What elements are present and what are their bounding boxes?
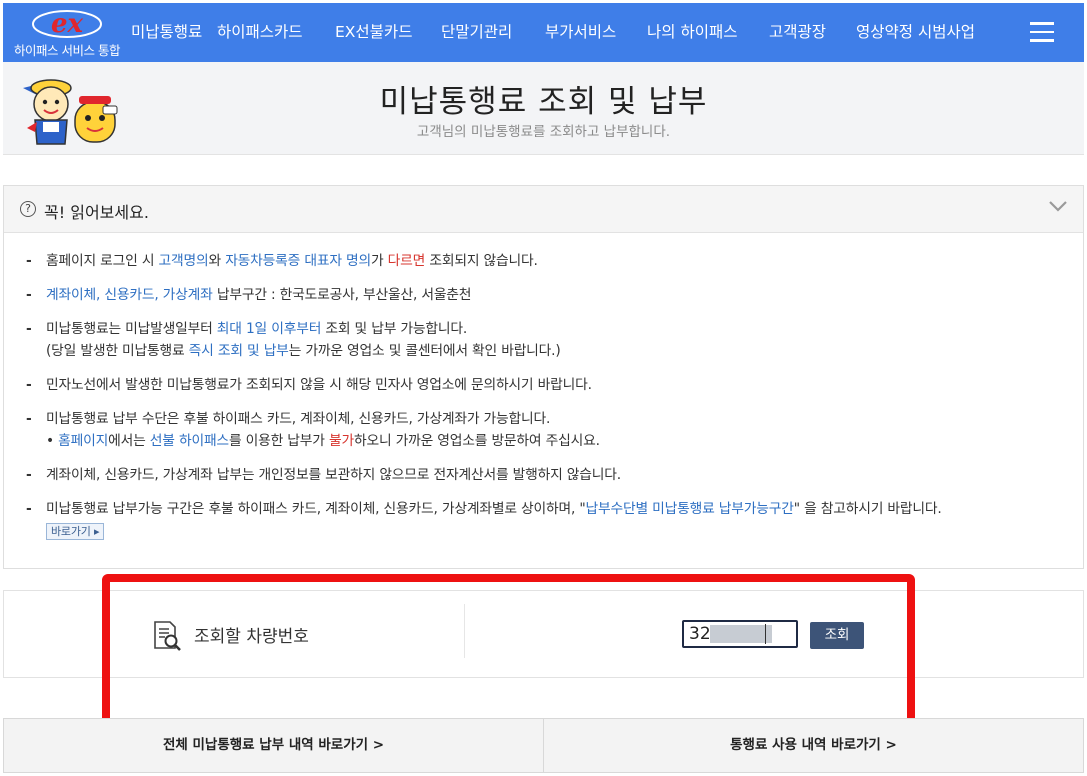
nav-item-device-management[interactable]: 단말기관리 <box>441 3 545 62</box>
notice-panel: ? 꼭! 읽어보세요. 홈페이지 로그인 시 고객명의와 자동차등록증 대표자 … <box>3 185 1084 569</box>
notice-item: 민자노선에서 발생한 미납통행료가 조회되지 않을 시 해당 민자사 영업소에 … <box>26 374 1066 396</box>
notice-item: 홈페이지 로그인 시 고객명의와 자동차등록증 대표자 명의가 다르면 조회되지… <box>26 250 1066 272</box>
main-menu: 미납통행료 하이패스카드 EX선불카드 단말기관리 부가서비스 나의 하이패스 … <box>118 3 986 62</box>
ex-logo-icon: ex <box>32 9 102 39</box>
hamburger-icon[interactable] <box>1030 22 1054 42</box>
payable-section-link[interactable]: 납부수단별 미납통행료 납부가능구간 <box>585 501 793 517</box>
nav-item-unpaid-toll[interactable]: 미납통행료 <box>118 3 217 62</box>
bottom-links: 전체 미납통행료 납부 내역 바로가기 > 통행료 사용 내역 바로가기 > <box>3 718 1084 773</box>
redacted-plate-mask <box>710 625 772 643</box>
hipass-logo[interactable]: ex 하이패스 서비스 통합 <box>7 7 123 59</box>
nav-item-my-hipass[interactable]: 나의 하이패스 <box>647 3 769 62</box>
all-unpaid-history-link[interactable]: 전체 미납통행료 납부 내역 바로가기 > <box>4 719 543 772</box>
nav-item-hipass-card[interactable]: 하이패스카드 <box>217 3 335 62</box>
goto-button[interactable]: 바로가기 ▸ <box>46 523 105 540</box>
question-icon: ? <box>20 201 36 217</box>
toll-usage-history-link[interactable]: 통행료 사용 내역 바로가기 > <box>543 719 1083 772</box>
notice-list: 홈페이지 로그인 시 고객명의와 자동차등록증 대표자 명의가 다르면 조회되지… <box>26 250 1066 554</box>
notice-title: 꼭! 읽어보세요. <box>44 203 149 222</box>
nav-item-extra-services[interactable]: 부가서비스 <box>545 3 647 62</box>
nav-item-customer-plaza[interactable]: 고객광장 <box>769 3 856 62</box>
notice-item: 미납통행료 납부가능 구간은 후불 하이패스 카드, 계좌이체, 신용카드, 가… <box>26 498 1066 542</box>
page-title: 미납통행료 조회 및 납부 <box>379 84 708 120</box>
notice-toggle[interactable]: ? 꼭! 읽어보세요. <box>4 186 1083 233</box>
notice-item: 계좌이체, 신용카드, 가상계좌 납부는 개인정보를 보관하지 않으므로 전자계… <box>26 464 1066 486</box>
page-subtitle: 고객님의 미납통행료를 조회하고 납부합니다. <box>416 124 671 140</box>
lookup-button[interactable]: 조회 <box>810 622 864 649</box>
logo-text: 하이패스 서비스 통합 <box>14 43 120 58</box>
logo-mark-text: ex <box>51 9 84 39</box>
text-caret <box>765 624 766 644</box>
page-header: 미납통행료 조회 및 납부 고객님의 미납통행료를 조회하고 납부합니다. <box>3 62 1084 155</box>
chevron-down-icon[interactable] <box>1049 199 1067 213</box>
top-navigation-bar: ex 하이패스 서비스 통합 미납통행료 하이패스카드 EX선불카드 단말기관리… <box>3 3 1084 62</box>
notice-item: 미납통행료는 미납발생일부터 최대 1일 이후부터 조회 및 납부 가능합니다.… <box>26 318 1066 362</box>
nav-item-ex-prepaid-card[interactable]: EX선불카드 <box>335 3 441 62</box>
nav-item-video-pilot[interactable]: 영상약정 시범사업 <box>856 3 986 62</box>
notice-item: 계좌이체, 신용카드, 가상계좌 납부구간 : 한국도로공사, 부산울산, 서울… <box>26 284 1066 306</box>
vehicle-number-label: 조회할 차량번호 <box>194 627 309 647</box>
notice-item: 미납통행료 납부 수단은 후불 하이패스 카드, 계좌이체, 신용카드, 가상계… <box>26 408 1066 452</box>
divider <box>464 604 465 658</box>
document-search-icon <box>154 621 181 651</box>
